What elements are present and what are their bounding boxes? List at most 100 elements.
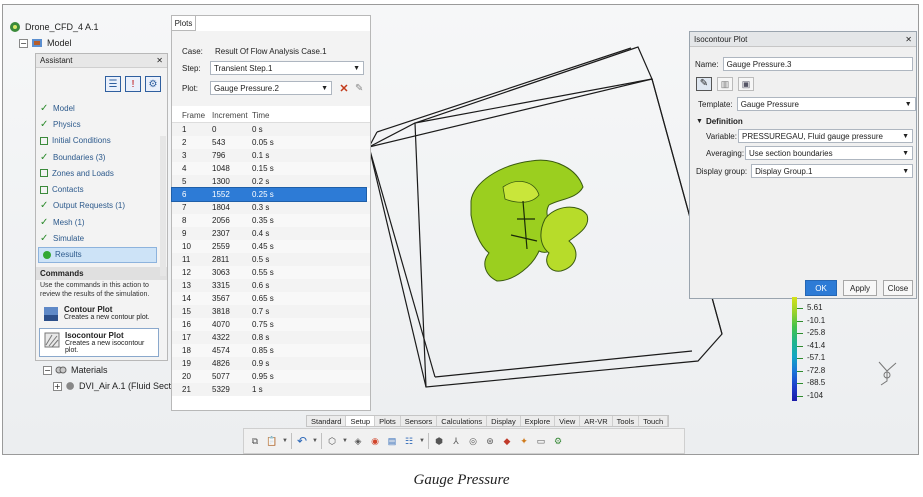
table-row[interactable]: 19 4826 0.9 s xyxy=(172,357,370,370)
report-icon[interactable]: ✦ xyxy=(517,434,531,448)
dropdown-arrow-icon[interactable]: ▼ xyxy=(312,434,318,448)
close-icon[interactable]: ✕ xyxy=(905,35,912,44)
table-row[interactable]: 10 2559 0.45 s xyxy=(172,240,370,253)
assistant-scrollbar[interactable] xyxy=(160,136,166,276)
list-icon[interactable]: ☰ xyxy=(105,76,121,92)
ok-button[interactable]: OK xyxy=(805,280,837,296)
image-icon[interactable]: ▣ xyxy=(738,77,754,91)
table-row[interactable]: 7 1804 0.3 s xyxy=(172,201,370,214)
averaging-select[interactable]: Use section boundaries ▼ xyxy=(745,146,913,160)
mesh-icon[interactable]: ⬢ xyxy=(432,434,446,448)
averaging-value: Use section boundaries xyxy=(749,148,833,158)
dropdown-arrow-icon[interactable]: ▼ xyxy=(282,434,288,448)
tree-item-material[interactable]: + DVI_Air A.1 (Fluid Section xyxy=(43,378,183,394)
tree-item-model[interactable]: − Model xyxy=(9,35,169,51)
tree-item-label: Drone_CFD_4 A.1 xyxy=(25,22,99,32)
table-row[interactable]: 17 4322 0.8 s xyxy=(172,331,370,344)
table-icon[interactable]: ☷ xyxy=(402,434,416,448)
isocontour-plot-command[interactable]: Isocontour Plot Creates a new isocontour… xyxy=(39,327,159,357)
tab-sensors[interactable]: Sensors xyxy=(401,416,438,426)
warning-icon[interactable]: ! xyxy=(125,76,141,92)
table-row[interactable]: 2 543 0.05 s xyxy=(172,136,370,149)
color-icon[interactable]: ◉ xyxy=(368,434,382,448)
delete-plot-icon[interactable]: ✕ xyxy=(337,81,351,95)
animation-icon[interactable]: ◆ xyxy=(500,434,514,448)
collapse-icon[interactable]: − xyxy=(43,365,52,375)
export-icon[interactable]: ▭ xyxy=(534,434,548,448)
variable-select[interactable]: PRESSUREGAU, Fluid gauge pressure ▼ xyxy=(738,129,913,143)
table-row[interactable]: 16 4070 0.75 s xyxy=(172,318,370,331)
assistant-step-model[interactable]: ✓ Model xyxy=(36,100,167,116)
table-row[interactable]: 3 796 0.1 s xyxy=(172,149,370,162)
settings-icon[interactable]: ⚙ xyxy=(145,76,161,92)
table-row[interactable]: 5 1300 0.2 s xyxy=(172,175,370,188)
tab-plots[interactable]: Plots xyxy=(172,16,196,31)
assistant-step-boundaries[interactable]: ✓ Boundaries (3) xyxy=(36,149,167,165)
plot-row: Plot: Gauge Pressure.2 ▼ ✕ ✎ xyxy=(182,81,363,95)
tab-setup[interactable]: Setup xyxy=(346,416,376,426)
template-select[interactable]: Gauge Pressure ▼ xyxy=(736,97,916,111)
tab-plots[interactable]: Plots xyxy=(375,416,401,426)
compass-icon[interactable] xyxy=(878,361,897,386)
expand-icon[interactable]: + xyxy=(53,381,62,391)
tab-calculations[interactable]: Calculations xyxy=(437,416,488,426)
table-row[interactable]: 11 2811 0.5 s xyxy=(172,253,370,266)
chart-icon[interactable]: ▥ xyxy=(717,77,733,91)
table-row[interactable]: 20 5077 0.95 s xyxy=(172,370,370,383)
view-icon[interactable]: ◎ xyxy=(466,434,480,448)
table-row[interactable]: 6 1552 0.25 s xyxy=(171,187,367,202)
apply-button[interactable]: Apply xyxy=(843,280,877,296)
paste-icon[interactable]: 📋 xyxy=(265,434,279,448)
assistant-step-zones[interactable]: Zones and Loads xyxy=(36,165,167,181)
edit-icon[interactable]: ✎ xyxy=(696,77,712,91)
table-row[interactable]: 15 3818 0.7 s xyxy=(172,305,370,318)
table-row[interactable]: 18 4574 0.85 s xyxy=(172,344,370,357)
assistant-step-mesh[interactable]: ✓ Mesh (1) xyxy=(36,214,167,230)
table-row[interactable]: 8 2056 0.35 s xyxy=(172,214,370,227)
step-select[interactable]: Transient Step.1 ▼ xyxy=(210,61,364,75)
table-row[interactable]: 9 2307 0.4 s xyxy=(172,227,370,240)
table-cell: 12 xyxy=(182,268,191,277)
sensor-icon[interactable]: ⅄ xyxy=(449,434,463,448)
contour-plot-command[interactable]: Contour Plot Creates a new contour plot. xyxy=(39,303,159,325)
image-icon[interactable]: ▤ xyxy=(385,434,399,448)
tree-item-project[interactable]: Drone_CFD_4 A.1 xyxy=(9,19,169,35)
section-icon[interactable]: ◈ xyxy=(351,434,365,448)
undo-icon[interactable]: ↶ xyxy=(295,434,309,448)
copy-icon[interactable]: ⧉ xyxy=(248,434,262,448)
table-row[interactable]: 13 3315 0.6 s xyxy=(172,279,370,292)
assistant-step-initial[interactable]: Initial Conditions xyxy=(36,133,167,149)
tree-item-materials[interactable]: − Materials xyxy=(43,362,183,378)
display-group-select[interactable]: Display Group.1 ▼ xyxy=(751,164,914,178)
collapse-icon[interactable]: − xyxy=(19,38,28,48)
definition-section[interactable]: ▼ Definition xyxy=(696,114,743,128)
plot-select[interactable]: Gauge Pressure.2 ▼ xyxy=(210,81,332,95)
tab-display[interactable]: Display xyxy=(487,416,521,426)
tab-touch[interactable]: Touch xyxy=(639,416,669,426)
table-row[interactable]: 14 3567 0.65 s xyxy=(172,292,370,305)
tab-ar-vr[interactable]: AR-VR xyxy=(580,416,613,426)
table-row[interactable]: 12 3063 0.55 s xyxy=(172,266,370,279)
tab-tools[interactable]: Tools xyxy=(613,416,640,426)
table-row[interactable]: 1 0 0 s xyxy=(172,123,370,136)
table-row[interactable]: 21 5329 1 s xyxy=(172,383,370,396)
assistant-step-physics[interactable]: ✓ Physics xyxy=(36,116,167,132)
table-row[interactable]: 4 1048 0.15 s xyxy=(172,162,370,175)
name-input[interactable]: Gauge Pressure.3 xyxy=(722,57,913,71)
settings-icon[interactable]: ⚙ xyxy=(551,434,565,448)
assistant-step-output[interactable]: ✓ Output Requests (1) xyxy=(36,198,167,214)
tab-view[interactable]: View xyxy=(555,416,581,426)
probe-icon[interactable]: ⊛ xyxy=(483,434,497,448)
close-button[interactable]: Close xyxy=(883,280,913,296)
assistant-step-contacts[interactable]: Contacts xyxy=(36,181,167,197)
close-icon[interactable]: ✕ xyxy=(156,56,163,65)
tab-standard[interactable]: Standard xyxy=(307,416,347,426)
dropdown-arrow-icon[interactable]: ▼ xyxy=(419,434,425,448)
assistant-step-results[interactable]: Results xyxy=(38,246,157,263)
tab-explore[interactable]: Explore xyxy=(521,416,556,426)
dropdown-arrow-icon[interactable]: ▼ xyxy=(342,434,348,448)
edit-plot-icon[interactable]: ✎ xyxy=(355,83,363,94)
assistant-step-simulate[interactable]: ✓ Simulate xyxy=(36,230,167,246)
display-icon[interactable]: ⬡ xyxy=(325,434,339,448)
assistant-step-label: Model xyxy=(53,103,75,113)
